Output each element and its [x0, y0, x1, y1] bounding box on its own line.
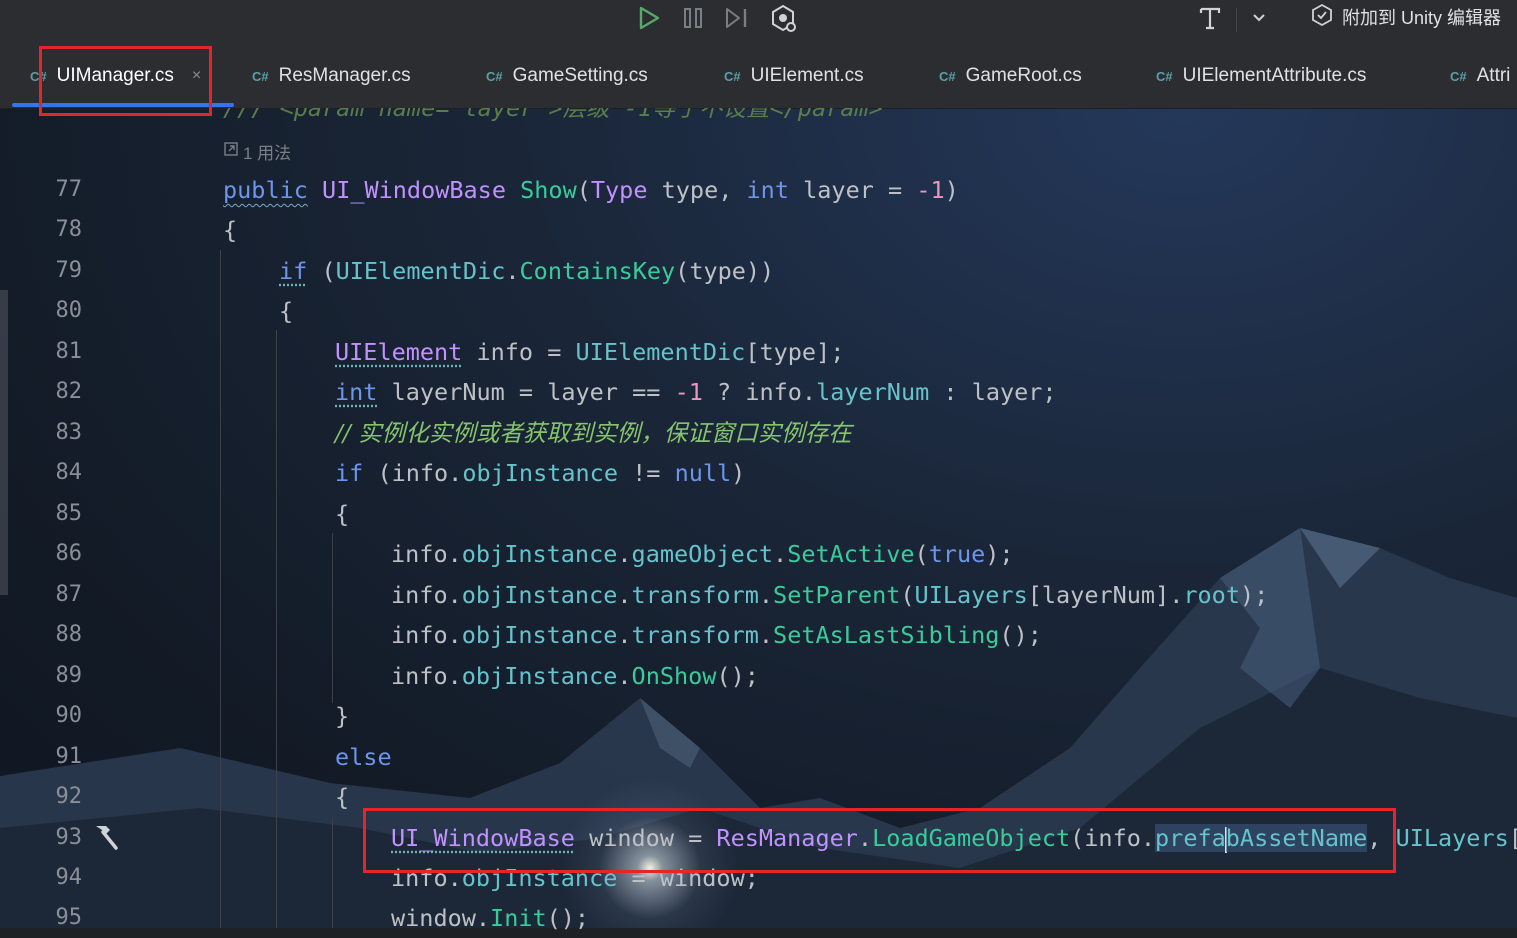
line-number: 90	[40, 696, 82, 736]
hammer-icon[interactable]	[90, 822, 122, 854]
csharp-file-icon: C#	[939, 69, 956, 84]
attach-unity-label: 附加到 Unity 编辑器	[1342, 4, 1501, 30]
line-number: 84	[40, 453, 82, 493]
line-number: 81	[40, 332, 82, 372]
code-line-80[interactable]: {	[279, 291, 293, 331]
active-tab-indicator	[12, 103, 234, 107]
close-icon[interactable]: ×	[192, 67, 201, 85]
editor-tab-bar: C# UIManager.cs × C# ResManager.cs C# Ga…	[0, 44, 1517, 109]
code-line-79[interactable]: if (UIElementDic.ContainsKey(type))	[279, 251, 774, 291]
tab-label: GameSetting.cs	[513, 65, 648, 87]
usages-hint[interactable]: 1 用法	[223, 138, 291, 164]
code-line-91[interactable]: else	[335, 737, 392, 777]
line-number: 77	[40, 170, 82, 210]
code-line-88[interactable]: info.objInstance.transform.SetAsLastSibl…	[391, 615, 1042, 655]
tab-attri-truncated[interactable]: C# Attri	[1450, 44, 1510, 108]
code-line-86[interactable]: info.objInstance.gameObject.SetActive(tr…	[391, 534, 1014, 574]
attach-unity-button[interactable]: 附加到 Unity 编辑器	[1310, 4, 1501, 30]
line-number: 94	[40, 858, 82, 898]
usages-icon	[223, 141, 239, 162]
line-number: 91	[40, 737, 82, 777]
chevron-down-icon[interactable]	[1248, 4, 1270, 32]
line-number: 85	[40, 494, 82, 534]
line-number: 89	[40, 656, 82, 696]
csharp-file-icon: C#	[1156, 69, 1173, 84]
csharp-file-icon: C#	[724, 69, 741, 84]
csharp-file-icon: C#	[1450, 69, 1467, 84]
code-line-85[interactable]: {	[335, 494, 349, 534]
code-line-77[interactable]: public UI_WindowBase Show(Type type, int…	[223, 170, 959, 210]
indent-guide	[332, 533, 333, 703]
debug-icon[interactable]	[766, 4, 800, 32]
line-number: 92	[40, 777, 82, 817]
line-number: 87	[40, 575, 82, 615]
step-icon[interactable]	[722, 4, 752, 32]
tab-gamesetting[interactable]: C# GameSetting.cs	[486, 44, 648, 108]
csharp-file-icon: C#	[486, 69, 503, 84]
csharp-file-icon: C#	[252, 69, 269, 84]
toolbar-separator	[1236, 8, 1237, 32]
tab-label: GameRoot.cs	[966, 65, 1082, 87]
code-line-78[interactable]: {	[223, 210, 237, 250]
tab-resmanager[interactable]: C# ResManager.cs	[252, 44, 411, 108]
indent-guide	[332, 817, 333, 928]
top-toolbar: 附加到 Unity 编辑器	[0, 0, 1517, 45]
unity-icon	[1310, 3, 1334, 32]
code-line-94[interactable]: info.objInstance = window;	[391, 858, 759, 898]
code-line-90[interactable]: }	[335, 696, 349, 736]
code-line-95[interactable]: window.Init();	[391, 898, 589, 938]
code-line-81[interactable]: UIElement info = UIElementDic[type];	[335, 332, 844, 372]
line-number: 95	[40, 898, 82, 938]
code-line-92[interactable]: {	[335, 777, 349, 817]
editor-scrollbar[interactable]	[0, 290, 8, 595]
line-number: 86	[40, 534, 82, 574]
usages-label: 1 用法	[243, 139, 291, 164]
line-number-gutter	[0, 108, 186, 928]
line-number: 83	[40, 413, 82, 453]
line-number: 79	[40, 251, 82, 291]
tab-uielement[interactable]: C# UIElement.cs	[724, 44, 864, 108]
play-icon[interactable]	[634, 4, 664, 32]
code-line-82[interactable]: int layerNum = layer == -1 ? info.layerN…	[335, 372, 1057, 412]
line-number: 80	[40, 291, 82, 331]
build-icon[interactable]	[1196, 4, 1224, 32]
tab-uimanager[interactable]: C# UIManager.cs ×	[30, 44, 201, 108]
csharp-file-icon: C#	[30, 69, 47, 84]
tab-label: Attri	[1477, 65, 1511, 87]
code-line-93[interactable]: UI_WindowBase window = ResManager.LoadGa…	[391, 818, 1517, 858]
tab-label: ResManager.cs	[279, 65, 411, 87]
indent-guide	[220, 250, 221, 928]
code-line-89[interactable]: info.objInstance.OnShow();	[391, 656, 759, 696]
line-number: 93	[40, 818, 82, 858]
line-number: 78	[40, 210, 82, 250]
code-line-87[interactable]: info.objInstance.transform.SetParent(UIL…	[391, 575, 1268, 615]
code-line-83[interactable]: // 实例化实例或者获取到实例，保证窗口实例存在	[335, 413, 852, 453]
line-number: 82	[40, 372, 82, 412]
tab-uielementattribute[interactable]: C# UIElementAttribute.cs	[1156, 44, 1366, 108]
line-number: 88	[40, 615, 82, 655]
tab-gameroot[interactable]: C# GameRoot.cs	[939, 44, 1082, 108]
code-line-84[interactable]: if (info.objInstance != null)	[335, 453, 745, 493]
tab-label: UIManager.cs	[57, 65, 174, 87]
indent-guide	[276, 330, 277, 928]
pause-icon[interactable]	[680, 4, 706, 32]
tab-label: UIElementAttribute.cs	[1183, 65, 1367, 87]
tab-label: UIElement.cs	[751, 65, 864, 87]
